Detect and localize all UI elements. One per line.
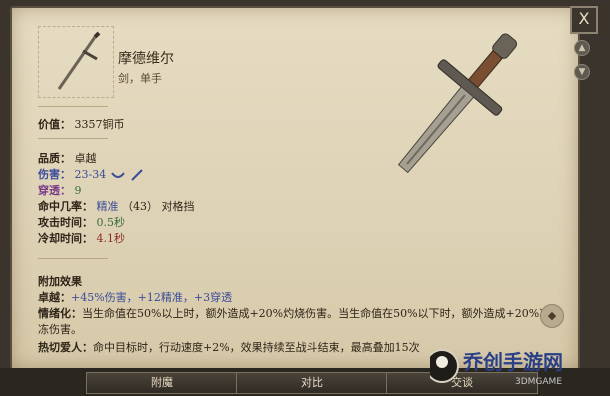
damage-label: 伤害： — [38, 168, 71, 181]
effect-text: 命中目标时，行动速度+2%，效果持续至战斗结束，最高叠加15次 — [93, 341, 420, 354]
compare-button[interactable]: 对比 — [236, 372, 388, 394]
watermark-text: 乔创手游网 — [463, 350, 563, 374]
effect-label: 卓越： — [38, 291, 71, 304]
damage-row: 伤害： 23-34 — [38, 166, 146, 182]
recovery-value: 4.1秒 — [96, 232, 126, 245]
damage-type-icons — [110, 169, 143, 181]
watermark-subtext: 3DMGAME — [515, 377, 563, 387]
item-icon-slot — [38, 26, 114, 98]
recovery-row: 冷却时间： 4.1秒 — [38, 230, 125, 246]
pierce-icon — [131, 169, 143, 181]
attack-time-label: 攻击时间： — [38, 216, 93, 229]
item-type: 剑，单手 — [118, 72, 162, 85]
slash-icon — [110, 172, 125, 178]
scroll-icon[interactable]: ◆ — [540, 304, 564, 328]
accuracy-label: 命中几率： — [38, 200, 93, 213]
close-button[interactable]: X — [570, 6, 598, 34]
scroll-up-icon[interactable]: ▲ — [574, 40, 590, 56]
recovery-label: 冷却时间： — [38, 232, 93, 245]
accuracy-name[interactable]: 精准 — [97, 200, 119, 213]
damage-value: 23-34 — [74, 168, 107, 181]
divider — [38, 106, 108, 107]
value-label: 价值： — [38, 118, 71, 131]
sword-icon — [57, 31, 101, 90]
sword-artwork-icon — [397, 33, 518, 174]
effect-line: 情绪化：当生命值在50%以上时，额外造成+20%灼烧伤害。当生命值在50%以下时… — [38, 306, 558, 338]
attack-time-value: 0.5秒 — [96, 216, 126, 229]
accuracy-value: （43） — [122, 200, 158, 213]
effects-header: 附加效果 — [38, 275, 82, 288]
scroll-down-icon[interactable]: ▼ — [574, 64, 590, 80]
enchant-button[interactable]: 附魔 — [86, 372, 238, 394]
item-name: 摩德维尔 — [118, 51, 174, 67]
divider — [38, 138, 108, 139]
pierce-label: 穿透： — [38, 184, 71, 197]
effect-line: 卓越：+45%伤害，+12精准，+3穿透 — [38, 290, 558, 306]
quality-row: 品质： 卓越 — [38, 150, 97, 166]
value-row: 价值： 3357铜币 — [38, 116, 125, 132]
quality-value: 卓越 — [74, 152, 97, 165]
quality-label: 品质： — [38, 152, 71, 165]
effect-label: 热切爱人： — [38, 341, 93, 354]
effect-label: 情绪化： — [38, 307, 82, 320]
value-amount: 3357铜币 — [74, 118, 125, 131]
effect-text: +45%伤害，+12精准，+3穿透 — [71, 291, 233, 304]
divider — [38, 258, 108, 259]
accuracy-row: 命中几率： 精准 （43） 对格挡 — [38, 198, 195, 214]
pierce-value: 9 — [74, 184, 82, 197]
attack-time-row: 攻击时间： 0.5秒 — [38, 214, 125, 230]
pierce-row: 穿透： 9 — [38, 182, 82, 198]
accuracy-suffix: 对格挡 — [161, 200, 195, 213]
effect-text: 当生命值在50%以上时，额外造成+20%灼烧伤害。当生命值在50%以下时，额外造… — [38, 307, 551, 336]
